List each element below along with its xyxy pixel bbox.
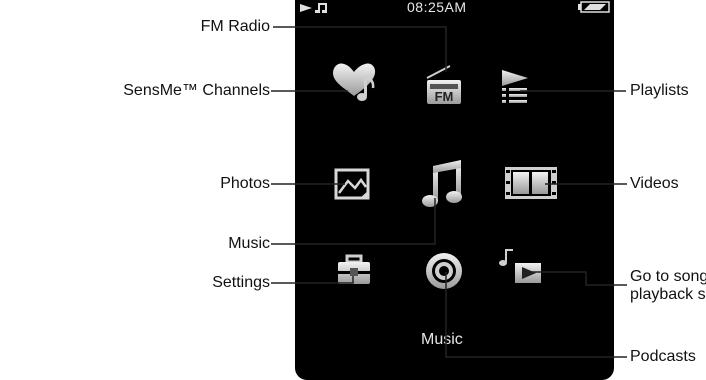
label-go-to-song-line2: playback s (630, 286, 706, 303)
label-playlists: Playlists (630, 82, 689, 99)
podcast-icon[interactable] (426, 253, 462, 289)
label-go-to-song-line1: Go to song (630, 268, 706, 285)
fm-radio-callout (273, 26, 447, 72)
music-callout (271, 198, 436, 245)
callout-lines (271, 26, 627, 358)
label-fm-radio: FM Radio (200, 18, 270, 35)
label-settings: Settings (212, 274, 270, 291)
menu-diagram: FM (271, 26, 627, 358)
label-sensme-channels: SensMe™ Channels (123, 82, 270, 99)
toolbox-icon[interactable] (338, 254, 370, 284)
music-note-icon[interactable] (422, 160, 462, 207)
go-to-song-callout (530, 271, 627, 286)
playlist-icon[interactable] (502, 70, 528, 103)
now-playing-icon[interactable] (499, 249, 541, 283)
fm-radio-icon[interactable]: FM (426, 65, 461, 104)
label-podcasts: Podcasts (630, 348, 696, 365)
label-music: Music (228, 235, 270, 252)
svg-text:FM: FM (435, 89, 454, 104)
label-photos: Photos (220, 175, 270, 192)
heart-music-icon[interactable] (333, 63, 376, 101)
label-videos: Videos (630, 175, 679, 192)
film-icon[interactable] (505, 167, 557, 199)
